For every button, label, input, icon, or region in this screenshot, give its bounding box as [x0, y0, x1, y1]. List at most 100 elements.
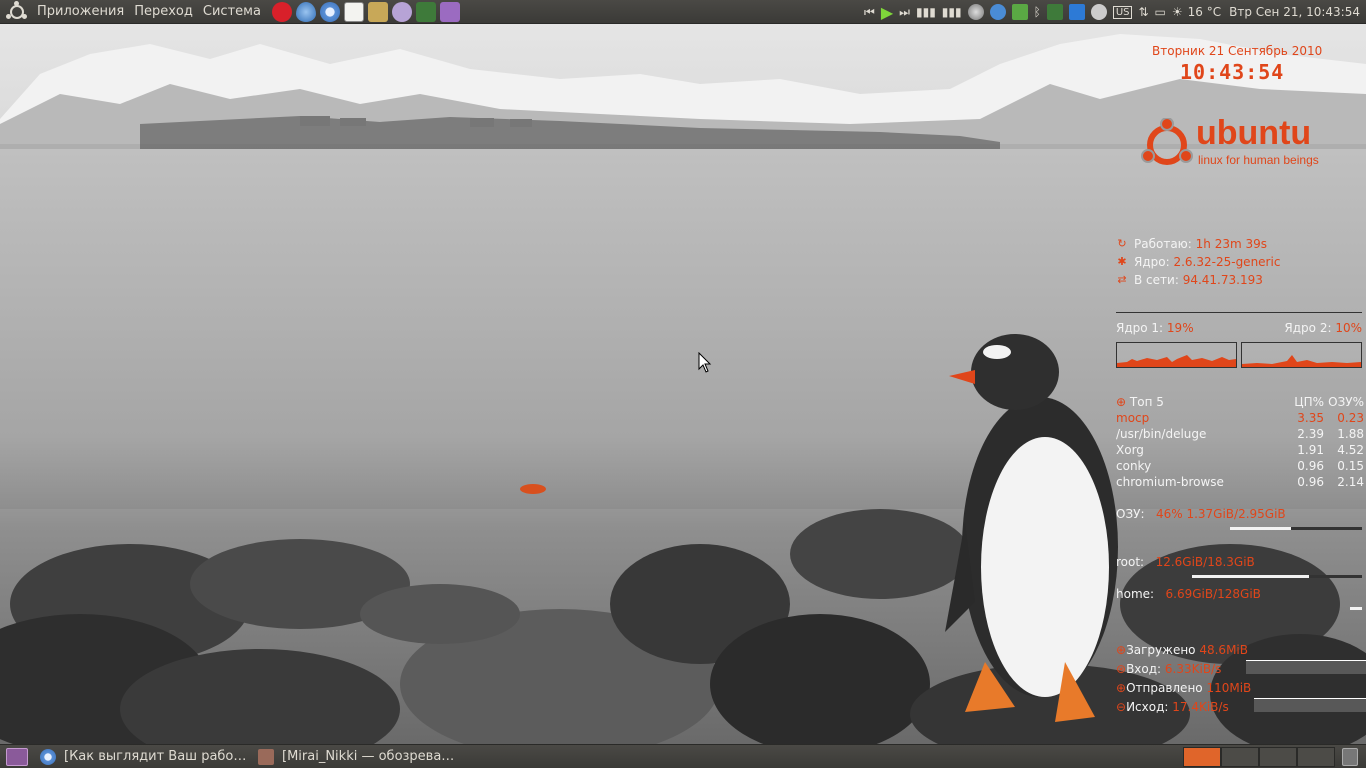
download-manager-icon[interactable]: [1046, 4, 1063, 20]
root-value: 12.6GiB/18.3GiB: [1155, 555, 1255, 569]
in-label: Вход:: [1126, 661, 1162, 676]
workspace-2[interactable]: [1221, 747, 1259, 767]
mem-header: ОЗУ%: [1328, 395, 1364, 409]
battery-icon[interactable]: ▭: [1155, 5, 1166, 19]
menu-places[interactable]: Переход: [129, 4, 198, 19]
out-label: Исход:: [1126, 699, 1169, 714]
workspace-3[interactable]: [1259, 747, 1297, 767]
drop-icon[interactable]: [989, 4, 1006, 20]
process-name: chromium-browse: [1116, 475, 1224, 489]
chromium-icon[interactable]: [319, 1, 340, 22]
weather-temperature[interactable]: 16 °C: [1188, 5, 1221, 19]
refresh-icon: ↻: [1117, 237, 1127, 250]
download-icon[interactable]: [415, 1, 436, 22]
file-manager-icon[interactable]: [367, 1, 388, 22]
warning-icon: ⊕: [1116, 395, 1127, 409]
update-icon[interactable]: [1011, 4, 1028, 20]
network-value: 94.41.73.193: [1182, 273, 1263, 287]
ram-bar-fill: [1230, 527, 1291, 530]
upload-arrow-icon: ⊕: [1116, 680, 1127, 695]
task-label: [Mirai_Nikki — обозрева…: [282, 749, 455, 764]
disk-icon[interactable]: [1090, 4, 1107, 20]
out-value: 17.4KiB/s: [1172, 699, 1229, 714]
process-cpu: 0.96: [1297, 459, 1324, 473]
home-bar-fill: [1349, 607, 1362, 610]
network-label: В сети:: [1134, 273, 1179, 287]
process-row: chromium-browse 0.96 2.14: [1116, 475, 1364, 491]
process-mem: 2.14: [1337, 475, 1364, 489]
menu-applications[interactable]: Приложения: [32, 4, 129, 19]
process-cpu: 0.96: [1297, 475, 1324, 489]
lastfm-icon[interactable]: [271, 1, 292, 22]
panel-clock[interactable]: Втр Сен 21, 10:43:54: [1229, 5, 1360, 19]
home-bar: [1116, 607, 1362, 610]
ubuntu-tagline: linux for human beings: [1198, 153, 1319, 167]
next-icon[interactable]: ⏭: [899, 5, 910, 20]
sun-icon: ☀: [1171, 5, 1183, 19]
ubuntu-brand-logo: ubuntu linux for human beings: [1140, 114, 1330, 170]
bottom-panel: [Как выглядит Ваш рабо… [Mirai_Nikki — о…: [0, 744, 1366, 768]
text-editor-icon[interactable]: [343, 1, 364, 22]
network-icon: ⇄: [1117, 273, 1127, 286]
cpu-header: ЦП%: [1294, 395, 1324, 409]
conky-time: 10:43:54: [1180, 60, 1285, 84]
gear-icon: ✱: [1117, 255, 1127, 268]
ubuntu-menu-icon[interactable]: [6, 0, 28, 23]
uptime-label: Работаю:: [1134, 237, 1192, 251]
pidgin-drop-icon[interactable]: [295, 1, 316, 22]
out-graph: [1254, 698, 1366, 712]
volume-icon[interactable]: ▮▮▮: [916, 5, 936, 19]
mouse-cursor: [698, 352, 712, 373]
sent-value: 110MiB: [1206, 680, 1252, 695]
core1-label: Ядро 1:: [1116, 321, 1164, 335]
remote-desktop-icon[interactable]: [439, 1, 460, 22]
dropbox-icon[interactable]: [1068, 4, 1085, 20]
process-row: conky 0.96 0.15: [1116, 459, 1364, 475]
bluetooth-icon[interactable]: ᛒ: [1034, 5, 1041, 19]
workspace-1[interactable]: [1183, 747, 1221, 767]
kernel-row: ✱ Ядро: 2.6.32-25-generic: [1116, 253, 1366, 271]
play-icon[interactable]: ▶: [881, 3, 893, 22]
process-mem: 0.23: [1337, 411, 1364, 425]
core2-label: Ядро 2:: [1284, 321, 1332, 335]
taskbar-item[interactable]: [Mirai_Nikki — обозрева…: [252, 746, 466, 768]
cpu-cores: Ядро 1: 19% Ядро 2: 10%: [1116, 320, 1362, 336]
divider: [1116, 312, 1362, 313]
volume-icon-2[interactable]: ▮▮▮: [942, 5, 962, 19]
process-row: Xorg 1.91 4.52: [1116, 443, 1364, 459]
out-icon: ⊖: [1116, 699, 1127, 714]
top5-header: ⊕ Топ 5 ЦП% ОЗУ%: [1116, 395, 1364, 411]
sent-label: Отправлено: [1126, 680, 1203, 695]
downloaded-value: 48.6MiB: [1199, 642, 1248, 657]
kernel-value: 2.6.32-25-generic: [1173, 255, 1281, 269]
process-cpu: 1.91: [1297, 443, 1324, 457]
sent-row: ⊕ Отправлено 110MiB: [1116, 678, 1366, 697]
workspace-4[interactable]: [1297, 747, 1335, 767]
root-bar-fill: [1192, 575, 1310, 578]
menu-system[interactable]: Система: [198, 4, 266, 19]
process-row: mocp 3.35 0.23: [1116, 411, 1364, 427]
downloaded-row: ⊕ Загружено 48.6MiB: [1116, 640, 1366, 659]
home-row: home: 6.69GiB/128GiB: [1116, 586, 1362, 602]
show-desktop-button[interactable]: [6, 747, 28, 766]
process-row: /usr/bin/deluge 2.39 1.88: [1116, 427, 1364, 443]
empathy-icon[interactable]: [391, 1, 412, 22]
uptime-row: ↻ Работаю: 1h 23m 39s: [1116, 235, 1366, 253]
core2-value: 10%: [1335, 321, 1362, 335]
previous-icon[interactable]: ⏮: [864, 5, 875, 20]
process-mem: 1.88: [1337, 427, 1364, 441]
core1-graph: [1116, 342, 1237, 368]
keyboard-layout[interactable]: US: [1112, 5, 1133, 19]
pinwheel-icon[interactable]: [967, 4, 984, 20]
ram-row: ОЗУ: 46% 1.37GiB/2.95GiB: [1116, 506, 1362, 522]
trash-icon[interactable]: [1342, 748, 1358, 766]
process-cpu: 3.35: [1297, 411, 1324, 425]
ram-value: 46% 1.37GiB/2.95GiB: [1155, 507, 1286, 521]
taskbar-item[interactable]: [Как выглядит Ваш рабо…: [34, 746, 248, 768]
process-mem: 0.15: [1337, 459, 1364, 473]
home-value: 6.69GiB/128GiB: [1165, 587, 1261, 601]
conky-date: Вторник 21 Сентябрь 2010: [1152, 44, 1323, 58]
process-name: Xorg: [1116, 443, 1144, 457]
network-icon[interactable]: ⇅: [1138, 5, 1148, 19]
in-icon: ⊛: [1116, 661, 1127, 676]
